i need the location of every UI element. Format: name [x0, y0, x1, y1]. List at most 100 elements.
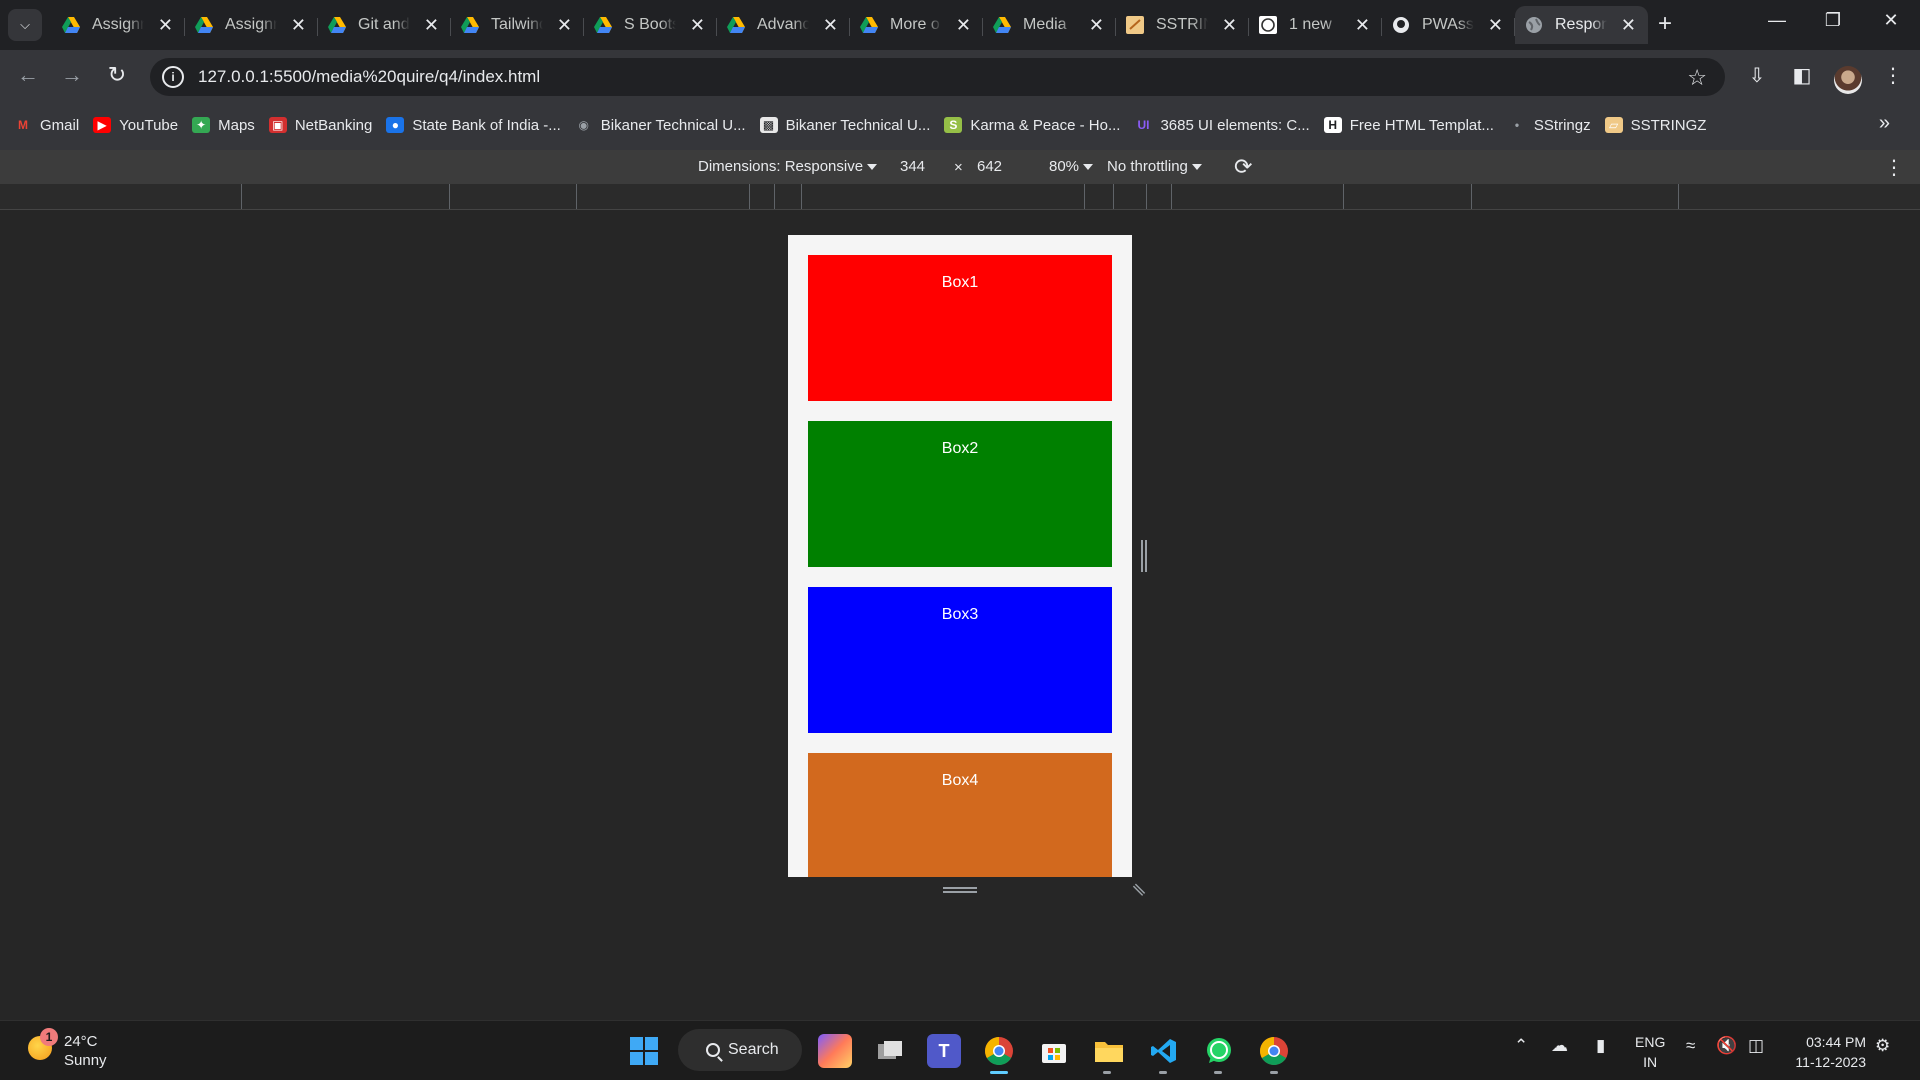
viewport-area: Box1 Box2 Box3 Box4: [0, 210, 1920, 1020]
tab-6[interactable]: Advanc ✕: [717, 6, 850, 44]
zoom-dropdown[interactable]: 80%: [1049, 158, 1094, 175]
bookmark-item[interactable]: ◉ Bikaner Technical U...: [575, 117, 746, 134]
vscode-icon[interactable]: [1147, 1034, 1181, 1068]
more-bookmarks-icon[interactable]: »: [1879, 112, 1890, 135]
taskbar-search[interactable]: Search: [678, 1029, 802, 1071]
close-tab-icon[interactable]: ✕: [158, 15, 173, 36]
close-tab-icon[interactable]: ✕: [1621, 15, 1636, 36]
wifi-icon[interactable]: ≈: [1686, 1036, 1695, 1056]
file-explorer-icon[interactable]: [1092, 1034, 1126, 1068]
tab-7[interactable]: More o ✕: [850, 6, 983, 44]
address-url[interactable]: 127.0.0.1:5500/media%20quire/q4/index.ht…: [198, 67, 540, 87]
tab-8[interactable]: Media ✕: [983, 6, 1116, 44]
resize-height-handle[interactable]: [943, 887, 977, 893]
caret-down-icon: [867, 164, 878, 171]
tab-title: More o: [890, 16, 940, 33]
tab-9[interactable]: SSTRIN ✕: [1116, 6, 1249, 44]
bookmark-item[interactable]: S Karma & Peace - Ho...: [944, 117, 1120, 134]
close-window-button[interactable]: ✕: [1876, 10, 1906, 31]
box-label: Box4: [941, 772, 979, 789]
bookmark-item[interactable]: ▱ SSTRINGZ: [1604, 117, 1706, 134]
windows-start-icon[interactable]: [627, 1034, 661, 1068]
device-options-kebab-icon[interactable]: ⋮: [1884, 155, 1904, 180]
task-view-icon[interactable]: [873, 1034, 907, 1068]
bookmark-item[interactable]: ▩ Bikaner Technical U...: [759, 116, 931, 134]
rotate-icon[interactable]: ⟳: [1234, 154, 1252, 180]
wordpress-icon: [1259, 16, 1277, 34]
bookmark-item[interactable]: ▶ YouTube: [93, 117, 178, 134]
weather-widget[interactable]: 24°C Sunny: [64, 1032, 107, 1070]
bookmark-item[interactable]: ✦ Maps: [192, 117, 255, 134]
media-query-ruler[interactable]: [0, 184, 1920, 210]
close-tab-icon[interactable]: ✕: [557, 15, 572, 36]
sstringz-icon: ▱: [1604, 117, 1623, 133]
tab-3[interactable]: Git and ✕: [318, 6, 451, 44]
throttling-dropdown[interactable]: No throttling: [1107, 158, 1202, 175]
bookmark-item[interactable]: ▣ NetBanking: [268, 117, 372, 134]
bookmark-item[interactable]: M Gmail: [14, 117, 79, 134]
bookmark-label: State Bank of India -...: [412, 116, 561, 134]
tab-title: PWAss: [1422, 16, 1474, 33]
chrome-icon[interactable]: [982, 1034, 1016, 1068]
resize-width-handle[interactable]: [1141, 540, 1147, 572]
tab-10[interactable]: 1 new ✕: [1249, 6, 1382, 44]
minimize-button[interactable]: —: [1762, 10, 1792, 31]
bookmark-item[interactable]: ● State Bank of India -...: [386, 116, 561, 134]
side-panel-icon[interactable]: ◧: [1789, 63, 1815, 88]
microsoft-store-icon[interactable]: [1037, 1034, 1071, 1068]
system-clock[interactable]: 03:44 PM 11-12-2023: [1786, 1032, 1866, 1072]
input-language[interactable]: ENG IN: [1635, 1032, 1665, 1072]
battery-icon[interactable]: ▮: [1596, 1036, 1605, 1056]
reload-button[interactable]: ↻: [102, 62, 132, 88]
whatsapp-icon[interactable]: [1202, 1034, 1236, 1068]
tab-5[interactable]: S Boots ✕: [584, 6, 717, 44]
restore-button[interactable]: ❐: [1818, 10, 1848, 31]
download-icon[interactable]: ⇩: [1744, 63, 1770, 88]
bookmark-item[interactable]: UI 3685 UI elements: C...: [1134, 117, 1309, 134]
teams-icon[interactable]: T: [927, 1034, 961, 1068]
tab-11[interactable]: PWAss ✕: [1382, 6, 1515, 44]
close-tab-icon[interactable]: ✕: [823, 15, 838, 36]
close-tab-icon[interactable]: ✕: [1488, 15, 1503, 36]
bookmark-item[interactable]: H Free HTML Templat...: [1323, 117, 1494, 134]
tab-search-button[interactable]: ⌵: [8, 9, 42, 41]
tab-title: 1 new: [1289, 16, 1332, 33]
notifications-icon[interactable]: ⚙: [1875, 1036, 1890, 1056]
bookmark-item[interactable]: • SStringz: [1508, 117, 1591, 134]
bookmark-star-icon[interactable]: ☆: [1687, 65, 1707, 91]
bookmark-label: YouTube: [119, 116, 179, 134]
tab-4[interactable]: Tailwind ✕: [451, 6, 584, 44]
back-button[interactable]: ←: [13, 62, 43, 88]
close-tab-icon[interactable]: ✕: [424, 15, 439, 36]
close-tab-icon[interactable]: ✕: [1089, 15, 1104, 36]
chrome-profile-icon[interactable]: [1257, 1034, 1291, 1068]
close-tab-icon[interactable]: ✕: [690, 15, 705, 36]
menu-kebab-icon[interactable]: ⋮: [1880, 63, 1906, 88]
site-info-icon[interactable]: i: [162, 66, 184, 88]
times-separator: ×: [954, 159, 963, 176]
address-bar[interactable]: i 127.0.0.1:5500/media%20quire/q4/index.…: [150, 58, 1725, 96]
github-icon: [1392, 16, 1410, 34]
copilot-icon[interactable]: [818, 1034, 852, 1068]
bookmark-label: Bikaner Technical U...: [785, 116, 931, 134]
dimensions-dropdown[interactable]: Dimensions: Responsive: [698, 158, 878, 175]
show-hidden-icons[interactable]: ⌃: [1514, 1036, 1528, 1056]
forward-button[interactable]: →: [57, 62, 87, 88]
close-tab-icon[interactable]: ✕: [291, 15, 306, 36]
volume-muted-icon[interactable]: 🔇: [1716, 1036, 1737, 1056]
battery-charging-icon[interactable]: ◫: [1748, 1036, 1764, 1056]
new-tab-button[interactable]: +: [1650, 10, 1680, 38]
onedrive-cloud-icon[interactable]: ☁: [1551, 1036, 1568, 1056]
height-input[interactable]: 642: [977, 158, 1002, 175]
device-toolbar: Dimensions: Responsive 344 × 642 80% No …: [0, 150, 1920, 184]
profile-avatar[interactable]: [1834, 66, 1862, 94]
close-tab-icon[interactable]: ✕: [1222, 15, 1237, 36]
tab-12[interactable]: Respon ✕: [1515, 6, 1648, 44]
tab-1[interactable]: Assignm ✕: [52, 6, 185, 44]
tab-2[interactable]: Assignm ✕: [185, 6, 318, 44]
weather-condition: Sunny: [64, 1052, 107, 1069]
close-tab-icon[interactable]: ✕: [956, 15, 971, 36]
width-input[interactable]: 344: [900, 158, 925, 175]
bookmark-label: Karma & Peace - Ho...: [970, 116, 1121, 134]
close-tab-icon[interactable]: ✕: [1355, 15, 1370, 36]
